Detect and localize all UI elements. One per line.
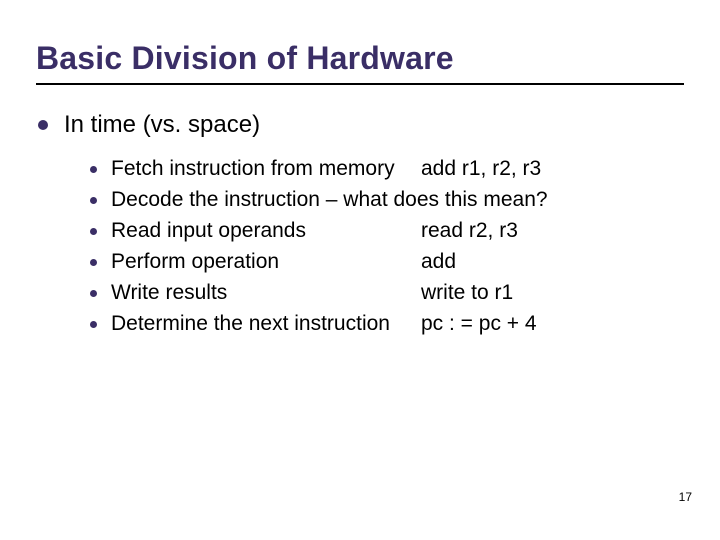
page-number: 17	[679, 490, 692, 504]
list-item: Write results write to r1	[90, 281, 684, 305]
bullet-icon	[90, 259, 97, 266]
step-label: Perform operation	[111, 250, 421, 274]
list-item: Decode the instruction – what does this …	[90, 188, 684, 212]
step-example: add	[421, 250, 456, 274]
bullet-icon	[90, 228, 97, 235]
bullet-level1-text: In time (vs. space)	[64, 111, 260, 139]
list-item: Perform operation add	[90, 250, 684, 274]
step-example: write to r1	[421, 281, 513, 305]
list-item: Determine the next instruction pc : = pc…	[90, 312, 684, 336]
slide-title: Basic Division of Hardware	[36, 40, 684, 85]
step-label: Fetch instruction from memory	[111, 157, 421, 181]
bullet-icon	[38, 120, 48, 130]
step-label: Write results	[111, 281, 421, 305]
bullet-icon	[90, 166, 97, 173]
step-example: read r2, r3	[421, 219, 518, 243]
step-example: add r1, r2, r3	[421, 157, 541, 181]
step-label: Determine the next instruction	[111, 312, 421, 336]
step-label: Decode the instruction – what does this …	[111, 188, 548, 212]
bullet-level1: In time (vs. space)	[38, 111, 684, 139]
sub-bullet-list: Fetch instruction from memory add r1, r2…	[90, 157, 684, 336]
bullet-icon	[90, 197, 97, 204]
bullet-icon	[90, 321, 97, 328]
slide: Basic Division of Hardware In time (vs. …	[0, 0, 720, 540]
list-item: Read input operands read r2, r3	[90, 219, 684, 243]
list-item: Fetch instruction from memory add r1, r2…	[90, 157, 684, 181]
step-label: Read input operands	[111, 219, 421, 243]
bullet-icon	[90, 290, 97, 297]
step-example: pc : = pc + 4	[421, 312, 537, 336]
